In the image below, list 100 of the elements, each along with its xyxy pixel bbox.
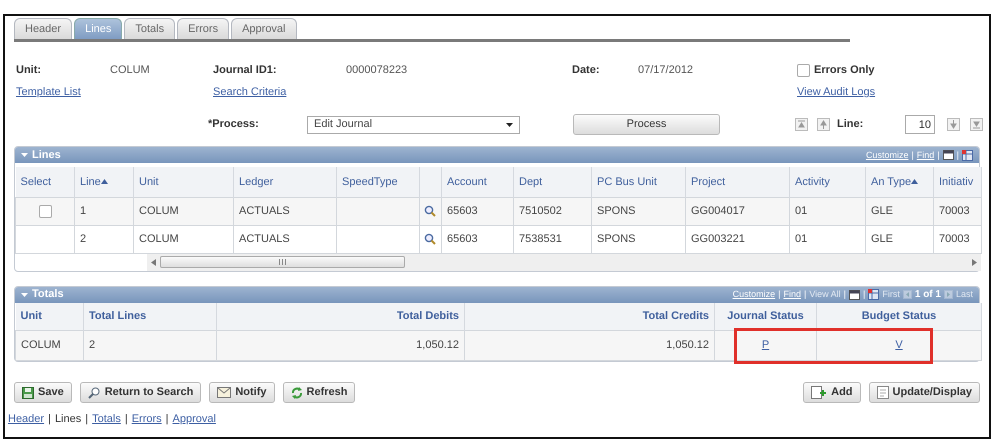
separator: |	[937, 150, 940, 161]
separator: |	[863, 289, 866, 300]
tab[interactable]: Header	[14, 18, 72, 39]
field-label: Date:	[572, 64, 601, 78]
sort-icon[interactable]	[100, 179, 108, 184]
table-cell: 7510502	[519, 204, 562, 217]
checkbox[interactable]	[38, 204, 52, 218]
previous-row-button[interactable]	[817, 118, 830, 132]
page-link[interactable]: Approval	[172, 413, 216, 427]
grid-link: Last	[956, 289, 973, 300]
table-cell: 2	[80, 232, 86, 245]
table-cell: SPONS	[597, 232, 636, 245]
separator: |	[166, 413, 169, 427]
table-cell: GG003221	[691, 232, 745, 245]
spreadsheet-icon[interactable]	[868, 289, 880, 300]
table-cell: GLE	[871, 232, 894, 245]
process-button[interactable]: Process	[573, 114, 720, 136]
page-link[interactable]: Header	[8, 413, 44, 427]
separator: |	[48, 413, 51, 427]
column-header: Total Lines	[89, 310, 146, 322]
separator: |	[85, 413, 88, 427]
status-link[interactable]: V	[895, 339, 903, 352]
tab[interactable]: Errors	[177, 18, 230, 39]
action-button[interactable]: Add	[803, 382, 861, 404]
column-header: Journal Status	[727, 310, 804, 322]
action-button[interactable]: Return to Search	[80, 382, 202, 404]
column-header[interactable]: Dept	[519, 176, 542, 188]
table-cell: SPONS	[597, 204, 636, 217]
scrollbar-thumb[interactable]	[160, 256, 405, 268]
status-link[interactable]: P	[762, 339, 770, 352]
floppy-icon	[22, 386, 34, 399]
table-cell: COLUM	[21, 339, 61, 352]
table-cell: 65603	[447, 232, 478, 245]
grid-title: Lines	[32, 148, 61, 162]
table-cell: 70003	[939, 204, 970, 217]
table-cell: ACTUALS	[239, 232, 290, 245]
table-cell: GG004017	[691, 204, 745, 217]
tab[interactable]: Approval	[231, 18, 296, 39]
link[interactable]: Template List	[16, 86, 81, 98]
table-cell: ACTUALS	[239, 204, 290, 217]
table-cell: 2	[89, 339, 96, 352]
collapse-icon[interactable]	[21, 153, 28, 158]
page-link[interactable]: Errors	[132, 413, 162, 427]
search-icon[interactable]	[424, 204, 436, 217]
checkbox[interactable]	[797, 64, 810, 78]
document-icon	[876, 386, 889, 400]
table-cell: 70003	[939, 232, 970, 245]
grid-title: Totals	[32, 288, 64, 302]
column-header[interactable]: Unit	[139, 176, 159, 188]
envelope-icon	[217, 387, 232, 398]
window-icon[interactable]	[942, 150, 954, 160]
action-button[interactable]: Update/Display	[868, 382, 980, 404]
line-field[interactable]: 10	[905, 115, 935, 134]
link[interactable]: View Audit Logs	[797, 86, 876, 98]
grid-link: First	[882, 289, 900, 300]
grip-icon	[278, 259, 287, 266]
separator: |	[956, 150, 959, 161]
sort-icon[interactable]	[911, 179, 918, 184]
table-cell: COLUM	[139, 232, 179, 245]
search-icon[interactable]	[424, 232, 436, 245]
field-label: Journal ID1:	[213, 64, 278, 78]
field-label: *Process:	[208, 118, 260, 132]
column-header: Total Debits	[396, 310, 459, 322]
column-header[interactable]: Project	[691, 176, 726, 188]
spreadsheet-icon[interactable]	[962, 150, 973, 161]
action-button[interactable]: Refresh	[282, 382, 356, 404]
field-label: Unit:	[16, 64, 42, 78]
separator: |	[911, 150, 914, 161]
link[interactable]: Search Criteria	[213, 86, 286, 98]
collapse-icon[interactable]	[21, 292, 28, 297]
column-header[interactable]: Ledger	[239, 176, 274, 188]
column-header[interactable]: Line	[80, 176, 101, 188]
scrollbar[interactable]	[147, 254, 981, 271]
left-arrow-icon[interactable]	[151, 258, 156, 266]
table-cell: GLE	[871, 204, 894, 217]
action-button[interactable]: Notify	[209, 382, 275, 404]
process-dropdown[interactable]: Edit Journal	[307, 116, 520, 134]
table-cell: 1	[80, 204, 86, 217]
column-header[interactable]: Activity	[795, 176, 830, 188]
last-row-button[interactable]	[970, 118, 983, 132]
column-header: Budget Status	[862, 310, 936, 322]
column-header: Unit	[20, 310, 42, 322]
page-count: 1 of 1	[914, 288, 941, 301]
refresh-icon	[290, 386, 303, 399]
add-document-icon	[811, 386, 828, 400]
table-cell: 7538531	[519, 232, 562, 245]
next-row-button[interactable]	[947, 118, 960, 132]
field-label: Line:	[837, 118, 864, 132]
field-value: 07/17/2012	[638, 64, 694, 78]
separator: |	[844, 289, 846, 300]
table-cell: 01	[795, 204, 808, 217]
tab[interactable]: Totals	[124, 18, 176, 39]
separator: |	[124, 413, 128, 427]
window-icon[interactable]	[849, 290, 860, 300]
action-button[interactable]: Save	[14, 382, 72, 404]
page-link[interactable]: Totals	[92, 413, 121, 427]
right-arrow-icon[interactable]	[972, 258, 977, 266]
first-row-button[interactable]	[795, 118, 808, 132]
table-cell: 65603	[447, 204, 478, 217]
separator: |	[778, 289, 780, 300]
